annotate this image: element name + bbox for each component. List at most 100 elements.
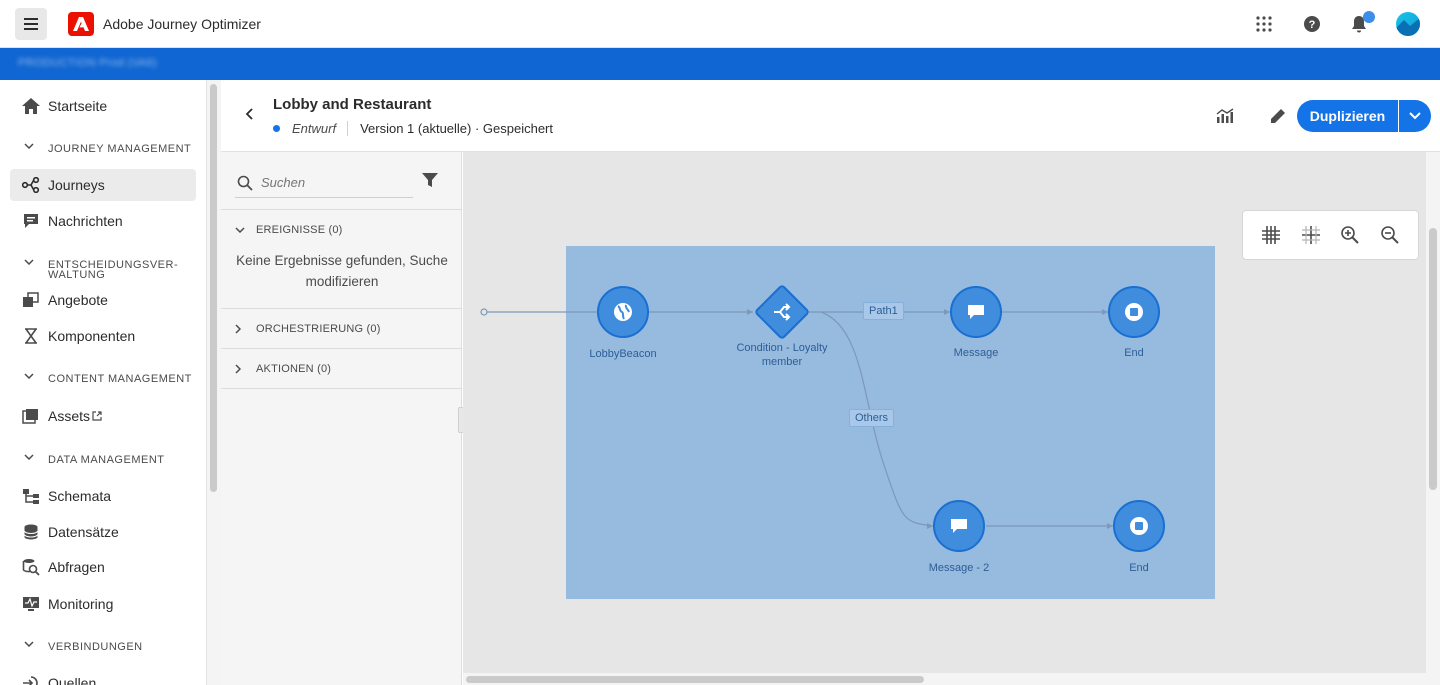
chevron-left-icon [245, 108, 253, 120]
section-orchestration[interactable]: ORCHESTRIERUNG (0) [235, 323, 381, 335]
globe-icon [614, 303, 632, 321]
nav-item-label: Schemata [48, 488, 112, 504]
message-icon [968, 305, 984, 319]
message-node-2[interactable] [933, 500, 985, 552]
help-icon: ? [1304, 16, 1320, 32]
nav-section-decisioning[interactable]: ENTSCHEIDUNGSVER-WALTUNG [24, 259, 178, 281]
chevron-right-icon [235, 324, 247, 334]
journey-icon [22, 176, 40, 194]
chevron-down-icon [235, 227, 247, 233]
chevron-down-icon [24, 373, 36, 379]
section-actions[interactable]: AKTIONEN (0) [235, 363, 331, 375]
menu-button[interactable] [15, 8, 47, 40]
back-button[interactable] [241, 106, 257, 122]
nav-section-data-management[interactable]: DATA MANAGEMENT [24, 454, 165, 466]
external-link-icon [92, 411, 102, 421]
zoom-in-button[interactable] [1338, 223, 1362, 247]
node-label: LobbyBeacon [589, 348, 657, 360]
message-node[interactable] [950, 286, 1002, 338]
nav-item-monitoring[interactable]: Monitoring [10, 588, 196, 620]
top-header: Adobe Journey Optimizer ? [0, 0, 1440, 48]
search-icon [235, 173, 255, 193]
canvas-horizontal-scrollbar-thumb[interactable] [466, 676, 924, 683]
journey-title: Lobby and Restaurant [273, 96, 432, 113]
canvas-toolbox [1242, 210, 1419, 260]
chevron-down-icon [1409, 112, 1421, 120]
edit-button[interactable] [1268, 106, 1288, 126]
stop-icon [1125, 303, 1143, 321]
divider [221, 308, 462, 309]
nav-item-label: Abfragen [48, 559, 105, 575]
node-label: End [1124, 347, 1144, 359]
journey-status: Entwurf Version 1 (aktuelle) · Gespeiche… [273, 121, 553, 136]
adobe-logo[interactable] [68, 12, 94, 36]
nav-section-journey-management[interactable]: JOURNEY MANAGEMENT [24, 143, 191, 155]
version-label: Version 1 (aktuelle) · Gespeichert [360, 121, 554, 136]
nav-item-journeys[interactable]: Journeys [10, 169, 196, 201]
sources-icon [22, 674, 40, 685]
search-input[interactable] [261, 175, 401, 190]
section-events[interactable]: EREIGNISSE (0) [235, 224, 343, 236]
nav-item-schemas[interactable]: Schemata [10, 480, 196, 512]
zoom-out-button[interactable] [1378, 223, 1402, 247]
nav-item-label: Monitoring [48, 596, 114, 612]
monitor-icon [22, 595, 40, 613]
chevron-down-icon [24, 143, 36, 149]
hamburger-icon [24, 18, 38, 30]
crosshair-grid-icon [1301, 226, 1320, 244]
message-icon [951, 519, 967, 533]
schema-icon [22, 487, 40, 505]
status-label: Entwurf [292, 121, 349, 136]
nav-item-home[interactable]: Startseite [10, 90, 196, 122]
canvas-vertical-scrollbar-thumb[interactable] [1429, 228, 1437, 490]
grid-icon [1261, 226, 1280, 244]
nav-item-label: Angebote [48, 292, 108, 308]
nav-item-label: Quellen [48, 675, 97, 685]
chevron-down-icon [24, 641, 36, 647]
event-node-lobbybeacon[interactable] [597, 286, 649, 338]
duplicate-menu-button[interactable] [1399, 100, 1431, 132]
center-button[interactable] [1299, 223, 1323, 247]
end-node-2[interactable] [1113, 500, 1165, 552]
notification-badge [1363, 11, 1375, 23]
apps-button[interactable] [1252, 12, 1276, 36]
nav-item-sources[interactable]: Quellen [10, 667, 196, 685]
pencil-icon [1271, 109, 1285, 123]
activity-palette: EREIGNISSE (0) Keine Ergebnisse gefunden… [221, 152, 462, 685]
query-icon [22, 558, 40, 576]
org-switcher[interactable]: PRODUCTION Prod (VA6) [18, 57, 157, 69]
status-dot [273, 125, 280, 132]
user-avatar[interactable] [1396, 12, 1420, 36]
zoom-in-icon [1341, 226, 1360, 244]
nav-scrollbar-thumb[interactable] [210, 84, 217, 492]
nav-item-datasets[interactable]: Datensätze [10, 516, 196, 548]
nav-item-messages[interactable]: Nachrichten [10, 205, 196, 237]
chevron-down-icon [24, 454, 36, 460]
nav-section-connections[interactable]: VERBINDUNGEN [24, 641, 143, 653]
journey-canvas[interactable]: LobbyBeacon Condition - Loyalty member M… [463, 152, 1426, 673]
nav-item-components[interactable]: Komponenten [10, 320, 196, 352]
filter-button[interactable] [420, 170, 440, 190]
nav-item-assets[interactable]: Assets [10, 400, 196, 432]
nav-item-label: Assets [48, 408, 91, 424]
nav-item-queries[interactable]: Abfragen [10, 551, 196, 583]
nav-item-label: Komponenten [48, 328, 136, 344]
path-label[interactable]: Others [849, 409, 895, 427]
node-label: End [1129, 562, 1149, 574]
duplicate-button[interactable]: Duplizieren [1297, 100, 1398, 132]
palette-search[interactable] [235, 168, 413, 198]
nav-item-offers[interactable]: Angebote [10, 284, 196, 316]
stop-icon [1130, 517, 1148, 535]
path-label[interactable]: Path1 [863, 302, 904, 320]
chart-icon [1216, 108, 1234, 123]
nav-item-label: Startseite [48, 98, 108, 114]
message-icon [22, 212, 40, 230]
end-node[interactable] [1108, 286, 1160, 338]
journey-header: Lobby and Restaurant Entwurf Version 1 (… [221, 80, 1440, 152]
nav-section-content-management[interactable]: CONTENT MANAGEMENT [24, 373, 192, 385]
help-button[interactable]: ? [1300, 12, 1324, 36]
node-label: Condition - Loyalty member [736, 342, 828, 368]
grid-toggle-button[interactable] [1259, 223, 1283, 247]
report-button[interactable] [1215, 106, 1235, 126]
node-label: Message - 2 [928, 562, 990, 574]
